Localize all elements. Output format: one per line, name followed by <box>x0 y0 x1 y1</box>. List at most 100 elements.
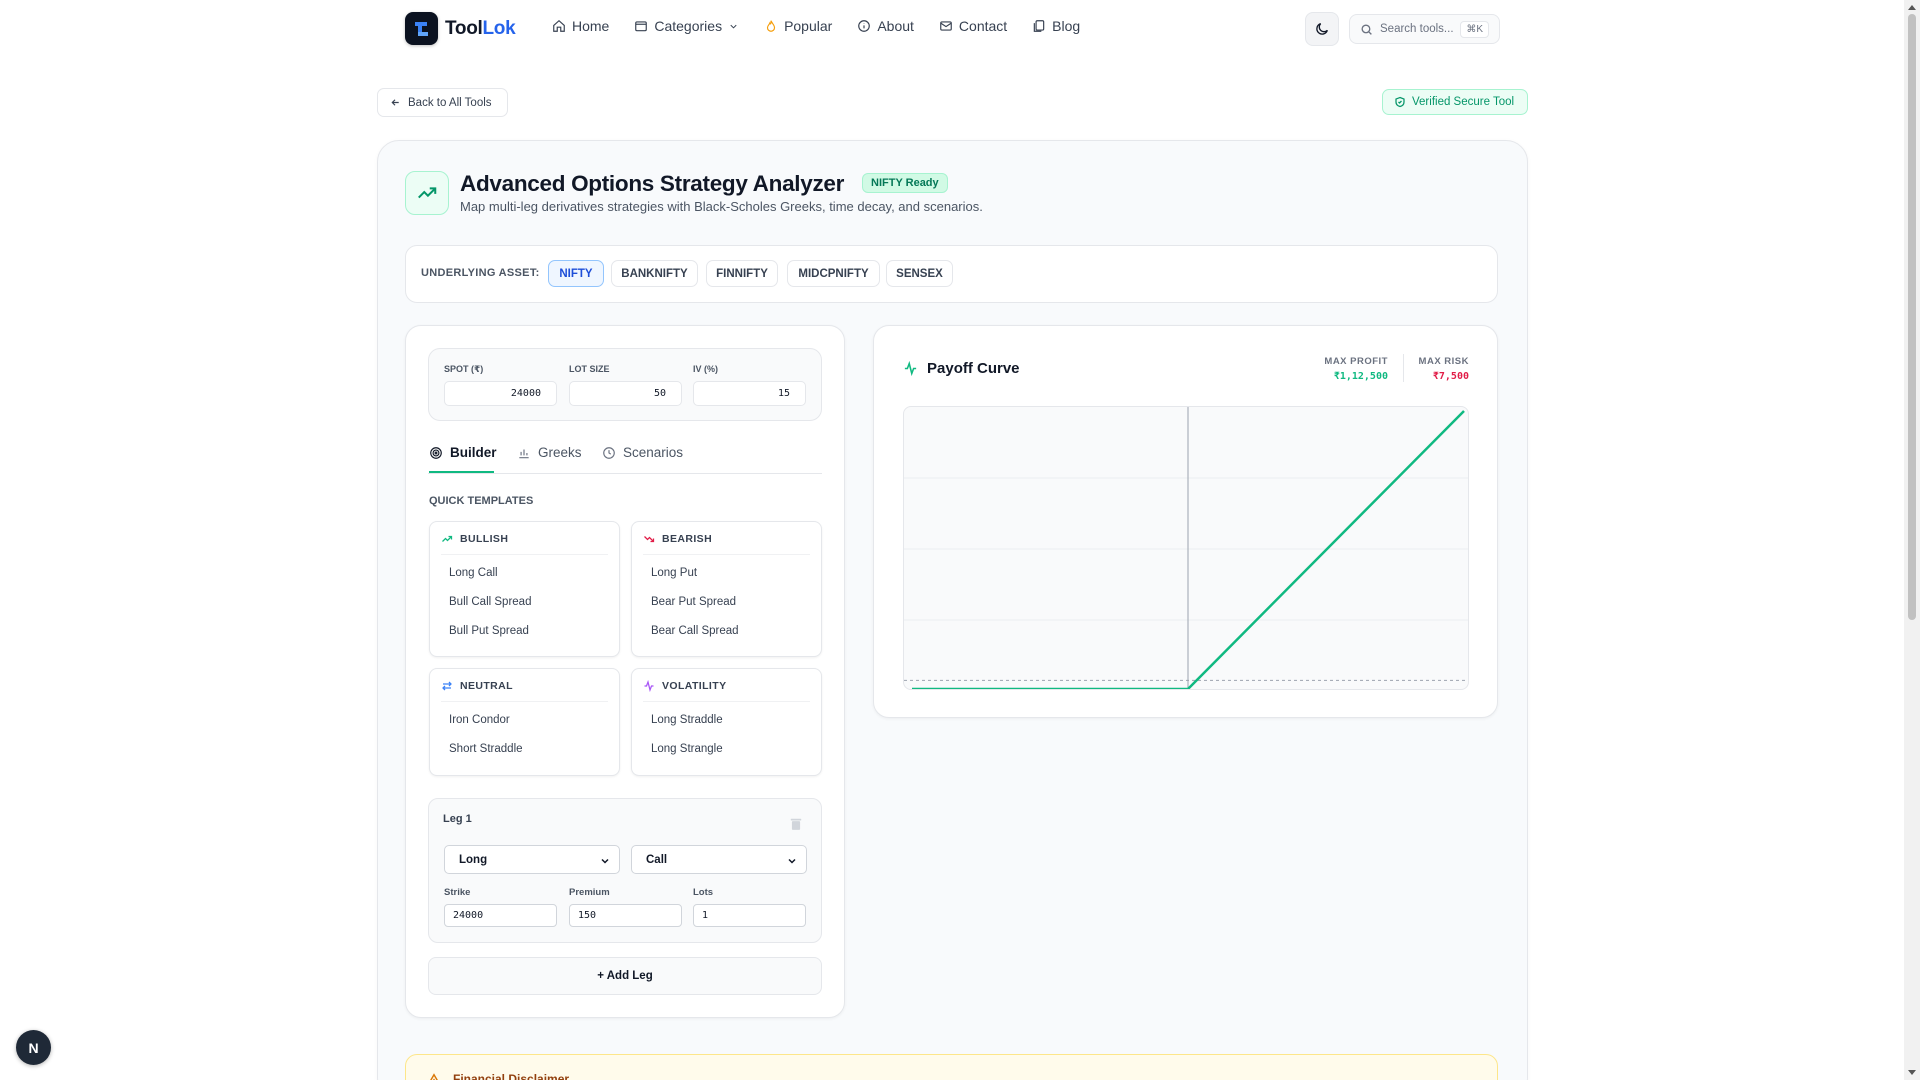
back-button[interactable]: Back to All Tools <box>377 88 508 117</box>
clock-icon <box>603 446 615 459</box>
template-group-title: BEARISH <box>662 533 713 545</box>
strike-label: Strike <box>444 887 471 898</box>
template-group-bearish: BEARISH Long Put Bear Put Spread Bear Ca… <box>631 521 822 657</box>
blog-icon <box>1033 20 1045 32</box>
max-risk-label: MAX RISK <box>1418 356 1469 367</box>
divider <box>441 701 608 702</box>
asset-chip-banknifty[interactable]: BANKNIFTY <box>611 260 698 287</box>
activity-icon <box>904 361 917 376</box>
premium-input[interactable]: 150 <box>569 904 682 927</box>
tab-builder-label: Builder <box>450 445 497 460</box>
nav-categories[interactable]: Categories <box>634 18 739 34</box>
info-icon <box>858 20 871 32</box>
scroll-up-arrow-icon[interactable] <box>1907 3 1917 13</box>
asset-chip-finnifty[interactable]: FINNIFTY <box>706 260 778 287</box>
spot-label: SPOT (₹) <box>444 364 484 374</box>
template-group-header: VOLATILITY <box>643 680 726 692</box>
chevron-down-icon <box>601 858 609 864</box>
asset-chip-nifty[interactable]: NIFTY <box>548 260 604 287</box>
template-group-title: NEUTRAL <box>460 680 513 692</box>
logo[interactable]: ToolLok <box>405 12 516 45</box>
page-scrollbar[interactable] <box>1904 0 1920 1080</box>
theme-toggle-button[interactable] <box>1305 12 1339 46</box>
activity-icon <box>644 680 654 692</box>
template-group-header: BULLISH <box>441 533 508 545</box>
nav-home[interactable]: Home <box>552 18 609 34</box>
verified-badge: Verified Secure Tool <box>1382 89 1528 115</box>
template-long-straddle[interactable]: Long Straddle <box>651 714 723 726</box>
template-group-bullish: BULLISH Long Call Bull Call Spread Bull … <box>429 521 620 657</box>
template-group-header: BEARISH <box>643 533 712 545</box>
page-title: Advanced Options Strategy Analyzer <box>460 171 845 196</box>
metric-divider <box>1403 354 1404 382</box>
add-leg-button[interactable]: + Add Leg <box>428 957 822 995</box>
divider <box>643 554 810 555</box>
nav-popular-label: Popular <box>784 18 833 34</box>
nav-home-label: Home <box>572 18 610 34</box>
logo-icon <box>405 12 438 45</box>
bar-chart-icon <box>519 449 529 458</box>
lot-size-label: LOT SIZE <box>569 364 610 374</box>
leg-title: Leg 1 <box>443 813 472 825</box>
lot-size-input[interactable]: 50 <box>569 381 682 406</box>
top-navbar: ToolLok Home Categories Popular About Co… <box>0 0 1904 57</box>
nav-blog[interactable]: Blog <box>1032 18 1080 34</box>
iv-input[interactable]: 15 <box>693 381 806 406</box>
max-profit-label: MAX PROFIT <box>1324 356 1388 367</box>
template-bear-put-spread[interactable]: Bear Put Spread <box>651 596 736 608</box>
nav-categories-label: Categories <box>654 18 723 34</box>
active-tab-indicator <box>429 471 494 473</box>
trending-up-icon <box>442 535 453 542</box>
nav-about-label: About <box>877 18 914 34</box>
search-shortcut: ⌘K <box>1460 21 1489 38</box>
template-long-put[interactable]: Long Put <box>651 567 697 579</box>
tab-builder[interactable]: Builder <box>429 445 497 460</box>
scroll-thumb[interactable] <box>1908 14 1916 620</box>
tab-greeks[interactable]: Greeks <box>517 445 582 460</box>
strike-input[interactable]: 24000 <box>444 904 557 927</box>
template-long-call[interactable]: Long Call <box>449 567 498 579</box>
mail-icon <box>940 21 952 31</box>
verified-label: Verified Secure Tool <box>1412 96 1515 108</box>
template-group-header: NEUTRAL <box>441 680 513 692</box>
nav-popular[interactable]: Popular <box>764 18 832 34</box>
payoff-title-text: Payoff Curve <box>927 360 1020 377</box>
template-bear-call-spread[interactable]: Bear Call Spread <box>651 625 739 637</box>
template-short-straddle[interactable]: Short Straddle <box>449 743 523 755</box>
search-input[interactable]: Search tools... ⌘K <box>1349 14 1500 44</box>
tab-scenarios[interactable]: Scenarios <box>602 445 683 460</box>
leg-type-select[interactable]: Call <box>631 845 807 874</box>
template-iron-condor[interactable]: Iron Condor <box>449 714 510 726</box>
disclaimer-title: Financial Disclaimer <box>453 1072 570 1080</box>
lots-input[interactable]: 1 <box>693 904 806 927</box>
leg-type-value: Call <box>646 853 668 866</box>
nifty-ready-badge: NIFTY Ready <box>862 173 948 193</box>
shield-check-icon <box>1395 96 1405 108</box>
asset-chip-midcpnifty[interactable]: MIDCPNIFTY <box>787 260 880 287</box>
trash-icon[interactable] <box>789 817 803 831</box>
leg-direction-select[interactable]: Long <box>444 845 620 874</box>
scroll-down-arrow-icon[interactable] <box>1907 1067 1917 1077</box>
nextjs-dev-badge[interactable]: N <box>16 1030 51 1065</box>
nav-contact-label: Contact <box>958 18 1008 34</box>
nav-about[interactable]: About <box>857 18 914 34</box>
tab-scenarios-label: Scenarios <box>623 445 684 460</box>
payoff-chart <box>903 406 1469 690</box>
nav-contact[interactable]: Contact <box>939 18 1007 34</box>
chevron-down-icon <box>788 858 796 864</box>
iv-label: IV (%) <box>693 364 719 374</box>
logo-text: ToolLok <box>445 17 516 39</box>
chevron-down-icon <box>730 24 737 29</box>
payoff-chart-svg <box>904 407 1468 689</box>
moon-icon <box>1316 23 1328 35</box>
template-long-strangle[interactable]: Long Strangle <box>651 743 723 755</box>
max-profit-value: ₹1,12,500 <box>1333 371 1388 382</box>
asset-chip-sensex[interactable]: SENSEX <box>886 260 953 287</box>
folder-icon <box>635 21 648 32</box>
lots-label: Lots <box>693 887 714 898</box>
template-bull-call-spread[interactable]: Bull Call Spread <box>449 596 531 608</box>
back-button-label: Back to All Tools <box>408 96 492 109</box>
quick-templates-label: QUICK TEMPLATES <box>429 495 534 507</box>
template-bull-put-spread[interactable]: Bull Put Spread <box>449 625 529 637</box>
spot-input[interactable]: 24000 <box>444 381 557 406</box>
